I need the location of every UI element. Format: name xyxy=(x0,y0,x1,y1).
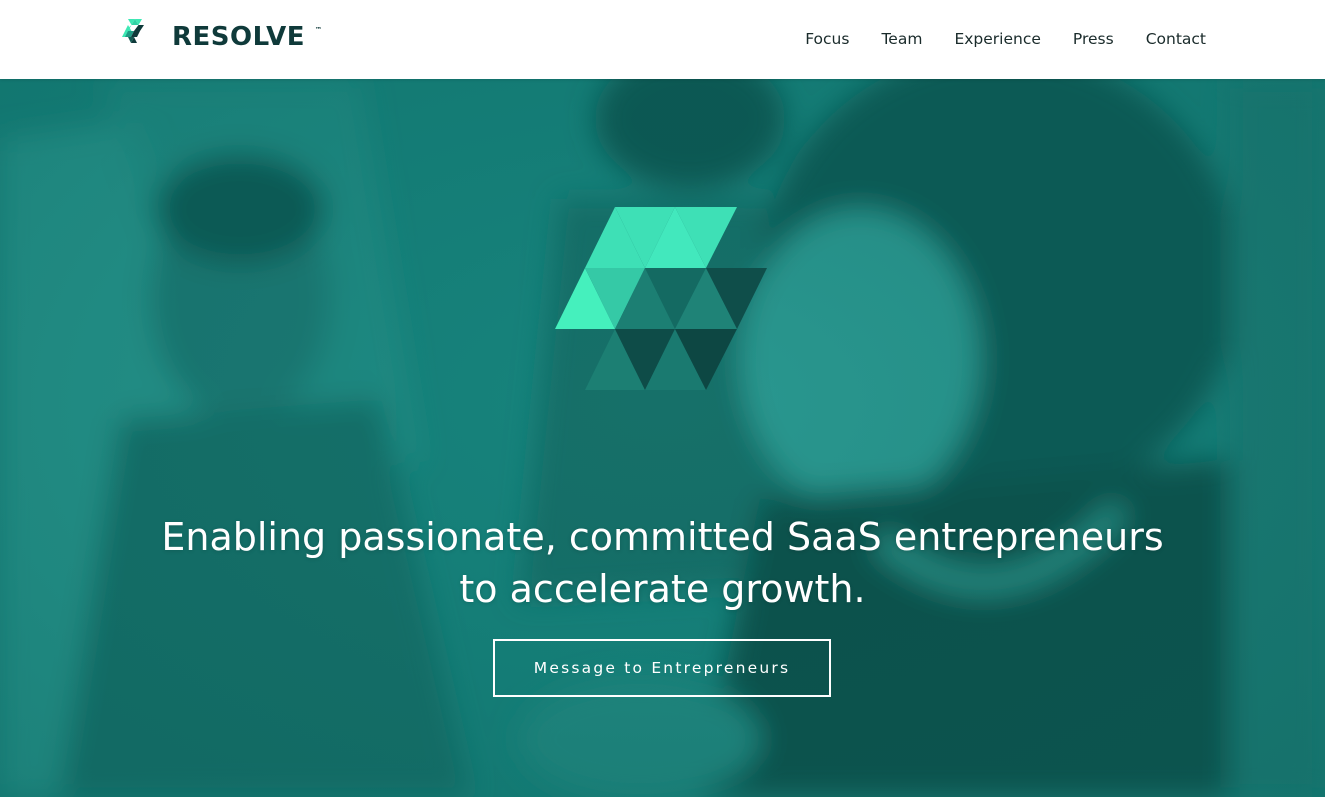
nav-item-focus[interactable]: Focus xyxy=(805,0,849,79)
main-nav: Focus Team Experience Press Contact xyxy=(773,0,1206,79)
nav-item-contact[interactable]: Contact xyxy=(1146,0,1206,79)
hero-section: Enabling passionate, committed SaaS entr… xyxy=(0,79,1325,797)
hero-headline-line-1: Enabling passionate, committed SaaS entr… xyxy=(161,515,1164,559)
resolve-triangles-logo-icon xyxy=(122,19,144,43)
site-header: RESOLVE ™ Focus Team Experience Press Co… xyxy=(0,0,1325,79)
brand-wordmark: RESOLVE xyxy=(172,22,305,52)
hero-headline: Enabling passionate, committed SaaS entr… xyxy=(0,511,1325,615)
nav-item-team[interactable]: Team xyxy=(881,0,922,79)
trademark-symbol: ™ xyxy=(315,26,322,34)
nav-item-experience[interactable]: Experience xyxy=(954,0,1040,79)
hero-headline-line-2: to accelerate growth. xyxy=(459,567,866,611)
resolve-hero-logo-icon xyxy=(555,207,767,390)
message-to-entrepreneurs-button[interactable]: Message to Entrepreneurs xyxy=(493,639,831,697)
resolve-logo[interactable]: RESOLVE ™ xyxy=(122,19,322,55)
nav-item-press[interactable]: Press xyxy=(1073,0,1114,79)
